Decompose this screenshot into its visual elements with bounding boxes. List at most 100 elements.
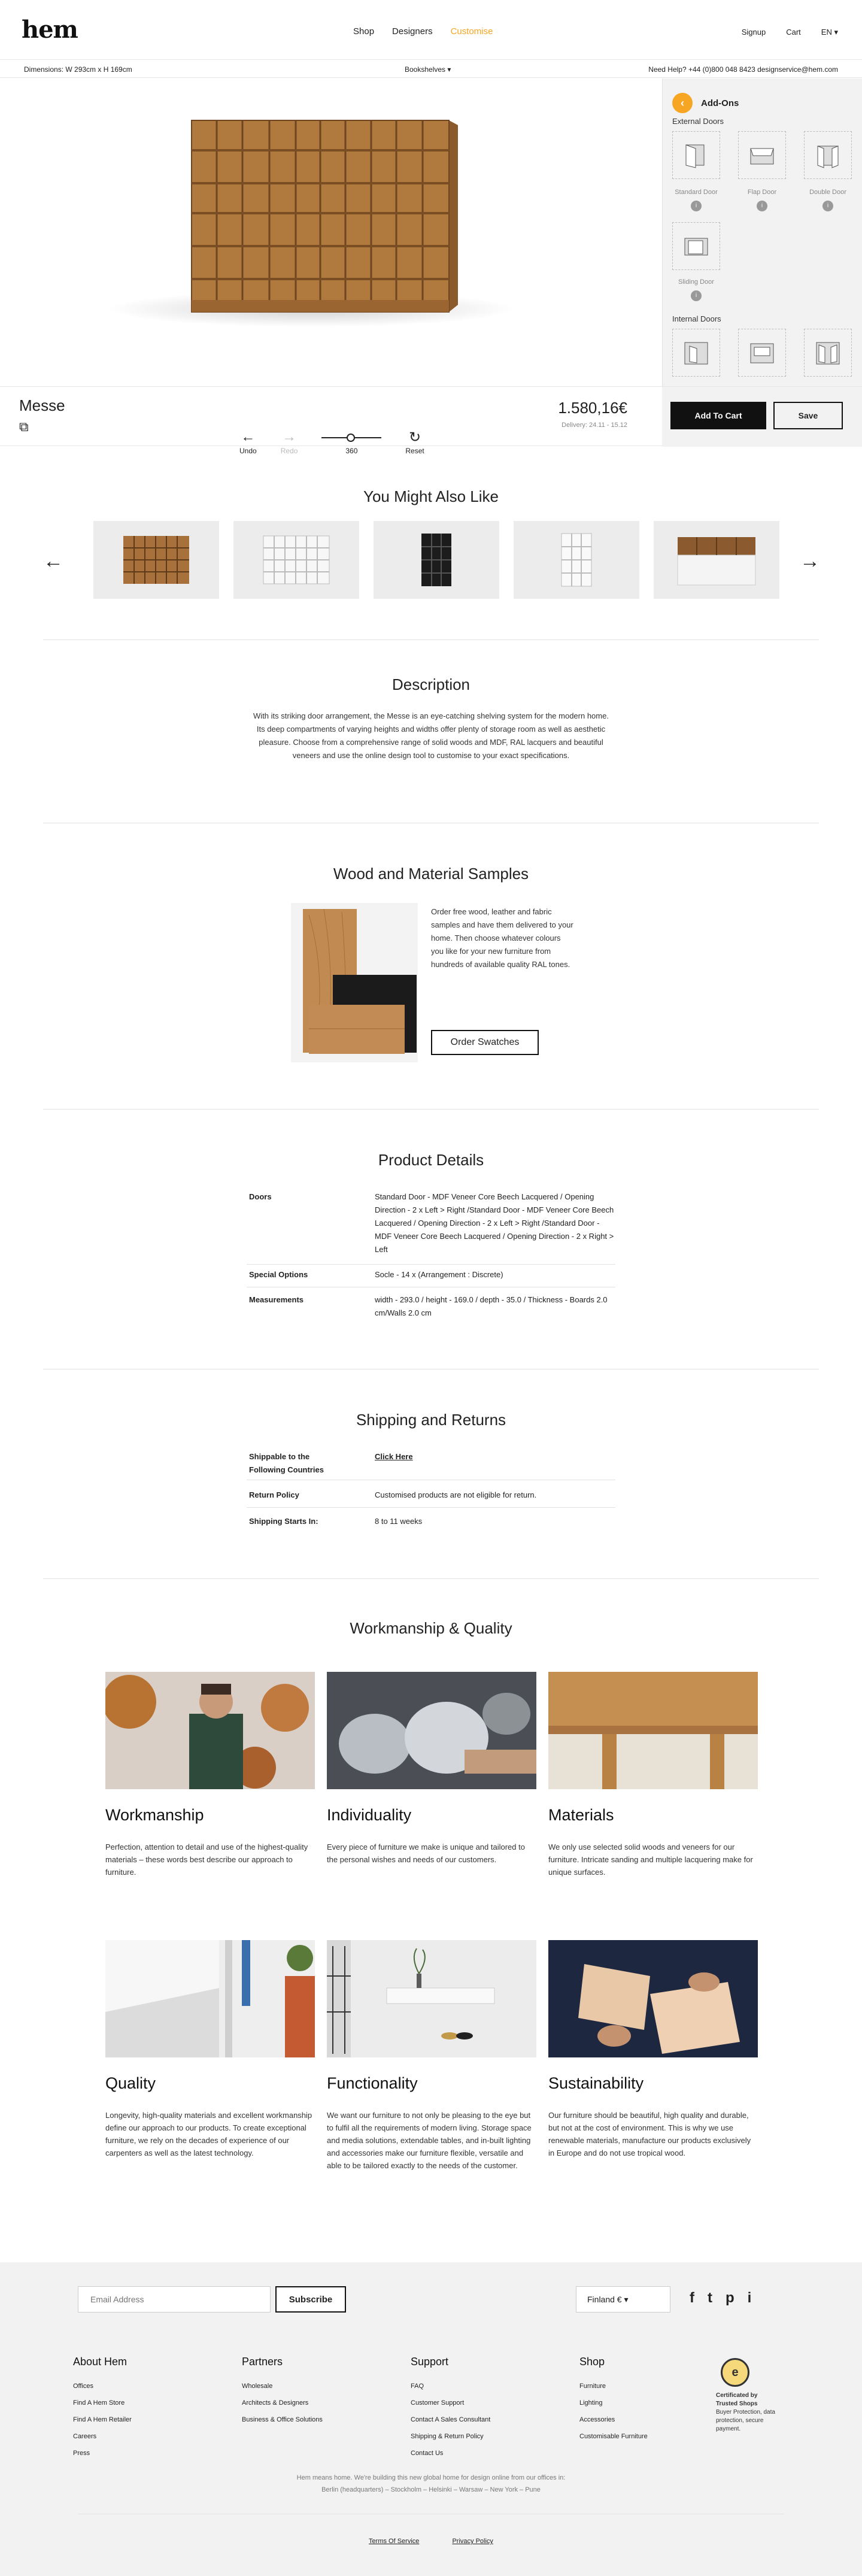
footer-cities: Berlin (headquarters) – Stockholm – Hels… <box>321 2486 541 2493</box>
internal-door-option-3[interactable] <box>804 329 852 377</box>
back-arrow-icon[interactable]: ‹ <box>672 93 693 113</box>
description-text: With its striking door arrangement, the … <box>253 711 609 760</box>
delivery-estimate: Delivery: 24.11 - 15.12 <box>561 422 627 429</box>
footer-link[interactable]: Wholesale <box>242 2378 323 2395</box>
internal-door-option-1[interactable] <box>672 329 720 377</box>
footer-link[interactable]: Business & Office Solutions <box>242 2411 323 2428</box>
external-link-icon[interactable]: ⧉ <box>19 419 29 435</box>
twitter-icon[interactable]: t <box>708 2290 712 2307</box>
carousel-next-icon[interactable]: → <box>800 550 820 573</box>
samples-title: Wood and Material Samples <box>333 865 529 883</box>
privacy-link[interactable]: Privacy Policy <box>452 2538 493 2545</box>
related-product[interactable] <box>93 521 219 599</box>
footer-link[interactable]: Furniture <box>579 2378 648 2395</box>
footer-column-partners: Partners Wholesale Architects & Designer… <box>242 2356 323 2428</box>
samples-text: Order free wood, leather and fabric samp… <box>431 907 573 969</box>
shipping-title: Shipping and Returns <box>356 1411 506 1429</box>
facebook-icon[interactable]: f <box>690 2290 694 2307</box>
shipping-value: 8 to 11 weeks <box>375 1517 423 1526</box>
related-product[interactable] <box>233 521 359 599</box>
materials-text: We only use selected solid woods and ven… <box>548 1842 753 1877</box>
internal-door-option-2[interactable] <box>738 329 786 377</box>
footer-link[interactable]: Accessories <box>579 2411 648 2428</box>
click-here-link[interactable]: Click Here <box>375 1450 614 1463</box>
internal-door-icon <box>684 342 708 365</box>
double-door-option[interactable] <box>804 131 852 179</box>
category-dropdown[interactable]: Bookshelves ▾ <box>405 65 451 74</box>
details-title: Product Details <box>378 1151 484 1169</box>
footer-tagline: Hem means home. We're building this new … <box>296 2474 566 2481</box>
footer-link[interactable]: Find A Hem Store <box>73 2395 132 2411</box>
help-contact[interactable]: Need Help? +44 (0)800 048 8423 designser… <box>648 65 838 74</box>
footer-column-title: Support <box>411 2356 449 2368</box>
signup-link[interactable]: Signup <box>742 28 766 37</box>
trust-text: Buyer Protection, data protection, secur… <box>716 2409 775 2432</box>
related-product[interactable] <box>514 521 639 599</box>
product-viewer[interactable]: ← Undo → Redo 360 ↻ Reset <box>0 78 662 455</box>
footer-link[interactable]: Architects & Designers <box>242 2395 323 2411</box>
reset-label: Reset <box>405 447 424 455</box>
related-product[interactable] <box>374 521 499 599</box>
info-icon[interactable]: i <box>691 290 702 301</box>
details-key: Doors <box>249 1192 272 1201</box>
details-value: Standard Door - MDF Veneer Core Beech La… <box>375 1192 614 1254</box>
save-button[interactable]: Save <box>773 402 843 429</box>
info-icon[interactable]: i <box>757 201 767 211</box>
functionality-image <box>327 1940 536 2057</box>
related-product[interactable] <box>654 521 779 599</box>
footer-link[interactable]: Careers <box>73 2428 132 2445</box>
standard-door-option[interactable] <box>672 131 720 179</box>
shelf-render[interactable] <box>0 78 662 330</box>
subscribe-button[interactable]: Subscribe <box>275 2286 346 2313</box>
nav-designers[interactable]: Designers <box>392 26 433 37</box>
order-swatches-button[interactable]: Order Swatches <box>431 1030 539 1055</box>
add-to-cart-button[interactable]: Add To Cart <box>670 402 766 429</box>
email-input[interactable] <box>78 2286 271 2313</box>
language-select[interactable]: EN ▾ <box>821 28 838 37</box>
footer-link[interactable]: Press <box>73 2445 132 2462</box>
legal-links: Terms Of Service Privacy Policy <box>0 2538 862 2545</box>
main-nav: Shop Designers Customise <box>353 26 493 37</box>
footer-link[interactable]: Customer Support <box>411 2395 490 2411</box>
shipping-row: Shipping Starts In: 8 to 11 weeks <box>247 1515 615 1531</box>
terms-link[interactable]: Terms Of Service <box>369 2538 419 2545</box>
cart-link[interactable]: Cart <box>786 28 801 37</box>
footer-link[interactable]: Contact A Sales Consultant <box>411 2411 490 2428</box>
carousel-prev-icon[interactable]: ← <box>43 550 63 573</box>
country-select[interactable]: Finland € ▾ <box>576 2286 670 2313</box>
nav-shop[interactable]: Shop <box>353 26 374 37</box>
footer-column-title: Shop <box>579 2356 605 2368</box>
footer-link[interactable]: Find A Hem Retailer <box>73 2411 132 2428</box>
sliding-door-option[interactable] <box>672 222 720 270</box>
nav-customise[interactable]: Customise <box>451 26 493 37</box>
instagram-icon[interactable]: i <box>748 2290 752 2307</box>
details-row: Measurements width - 293.0 / height - 16… <box>247 1293 615 1321</box>
trusted-shops-badge[interactable]: e Certificated by Trusted Shops Buyer Pr… <box>716 2358 776 2433</box>
info-icon[interactable]: i <box>822 201 833 211</box>
flap-door-icon <box>750 148 774 165</box>
functionality-text: We want our furniture to not only be ple… <box>327 2111 532 2170</box>
pinterest-icon[interactable]: p <box>726 2290 734 2307</box>
flap-door-option[interactable] <box>738 131 786 179</box>
footer-column-support: Support FAQ Customer Support Contact A S… <box>411 2356 490 2462</box>
footer-link[interactable]: Customisable Furniture <box>579 2428 648 2445</box>
samples-image <box>291 903 418 1062</box>
footer-column-shop: Shop Furniture Lighting Accessories Cust… <box>579 2356 648 2445</box>
social-links: f t p i <box>690 2290 751 2307</box>
wood-shelf-thumb <box>123 536 189 584</box>
info-icon[interactable]: i <box>691 201 702 211</box>
divider <box>43 1578 819 1579</box>
site-header: hem Shop Designers Customise Signup Cart… <box>0 0 862 60</box>
footer-link[interactable]: FAQ <box>411 2378 490 2395</box>
site-footer: Subscribe Finland € ▾ f t p i About Hem … <box>0 2262 862 2576</box>
trusted-shops-seal-icon: e <box>721 2358 749 2387</box>
quality-heading: Quality <box>105 2074 156 2092</box>
standard-door-icon <box>685 144 705 168</box>
details-key: Measurements <box>249 1295 304 1304</box>
footer-link[interactable]: Shipping & Return Policy <box>411 2428 490 2445</box>
hem-logo[interactable]: hem <box>22 16 78 44</box>
footer-link[interactable]: Offices <box>73 2378 132 2395</box>
addons-panel: ‹ Add-Ons External Doors Standard Door i… <box>662 78 862 386</box>
footer-link[interactable]: Lighting <box>579 2395 648 2411</box>
footer-link[interactable]: Contact Us <box>411 2445 490 2462</box>
